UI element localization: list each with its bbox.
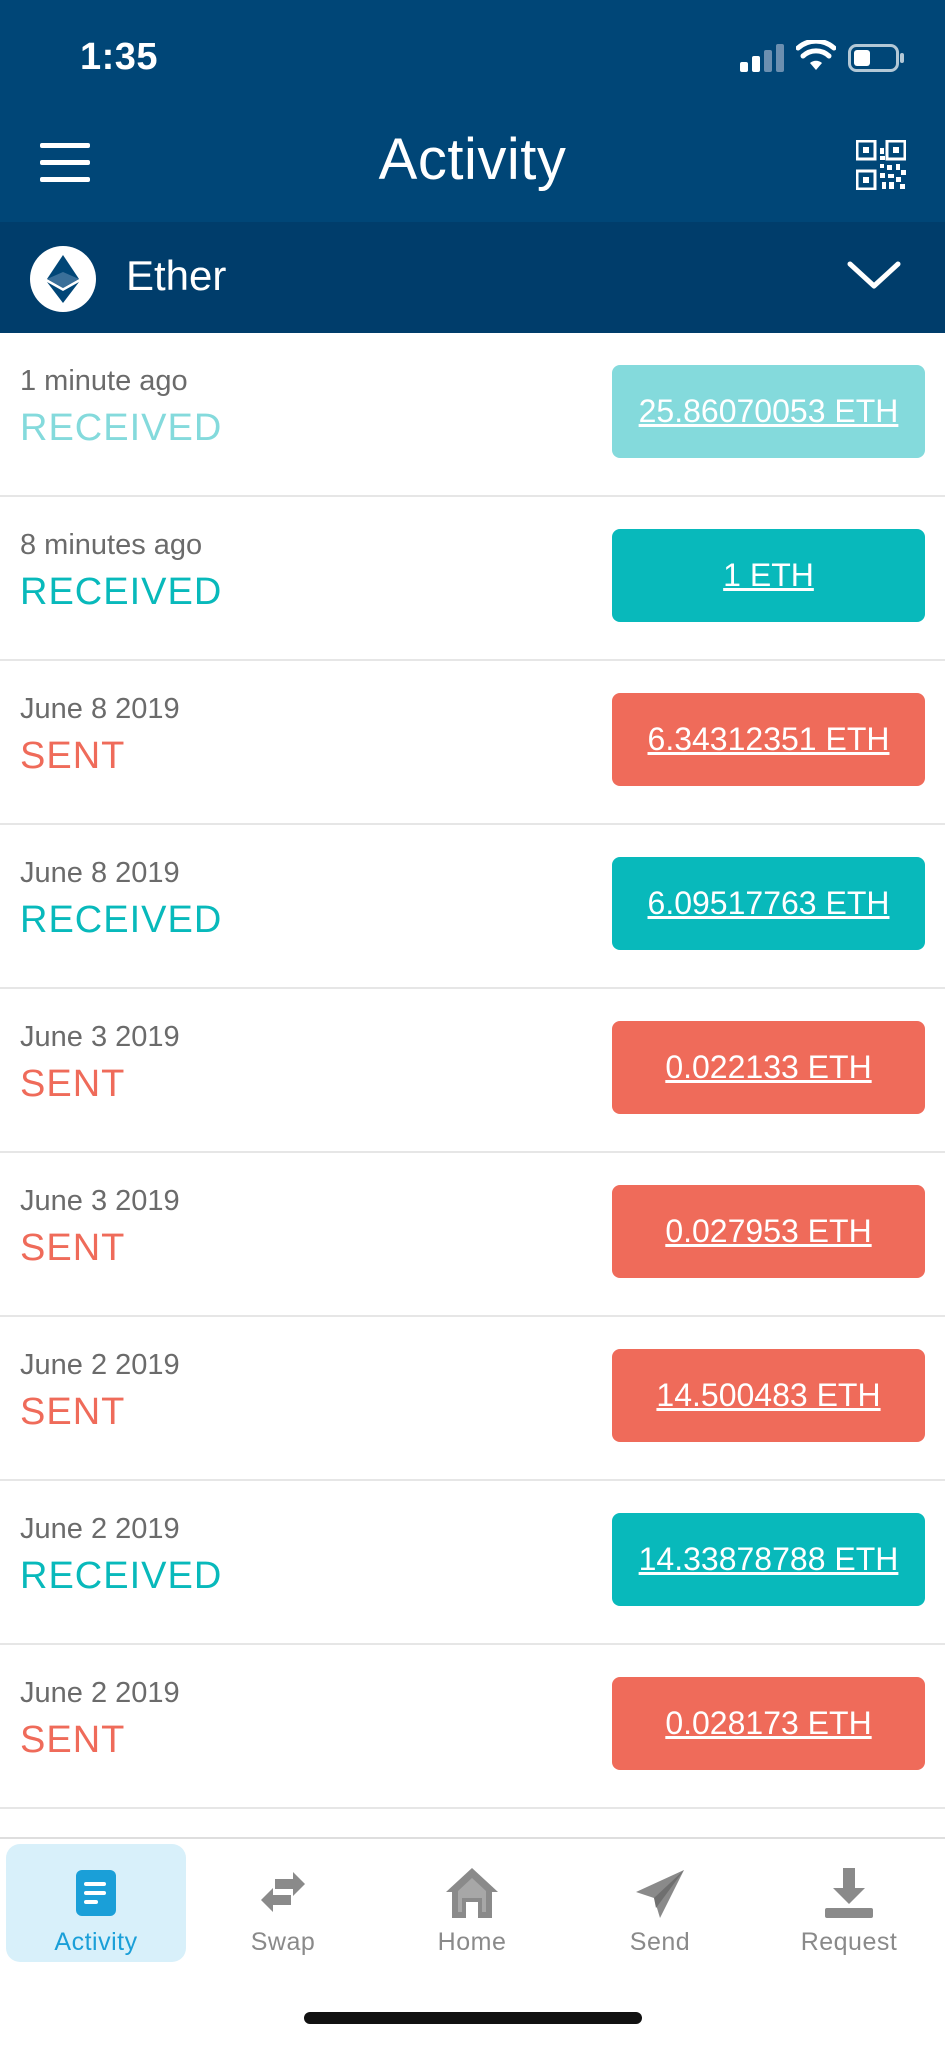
transaction-status: SENT (20, 1227, 126, 1269)
tab-label: Request (800, 1928, 898, 1956)
transaction-date: 8 minutes ago (20, 529, 203, 561)
transaction-row[interactable]: June 3 2019 SENT 0.022133 ETH (0, 989, 945, 1153)
qr-code-icon[interactable] (856, 140, 906, 190)
transaction-amount-button[interactable]: 14.33878788 ETH (612, 1513, 925, 1606)
transaction-date: June 2 2019 (20, 1677, 180, 1709)
transaction-row[interactable]: June 2 2019 RECEIVED 14.33878788 ETH (0, 1481, 945, 1645)
transaction-status: SENT (20, 1391, 126, 1433)
transaction-row[interactable]: 1 minute ago RECEIVED 25.86070053 ETH (0, 333, 945, 497)
transaction-amount-button[interactable]: 0.028173 ETH (612, 1677, 925, 1770)
transaction-row[interactable]: June 8 2019 RECEIVED 6.09517763 ETH (0, 825, 945, 989)
transaction-status: RECEIVED (20, 407, 223, 449)
send-icon (636, 1870, 684, 1918)
transaction-date: June 2 2019 (20, 1349, 180, 1381)
cellular-signal-icon (740, 44, 784, 72)
home-icon (446, 1868, 498, 1918)
transaction-status: RECEIVED (20, 571, 223, 613)
tab-label: Swap (250, 1928, 316, 1956)
home-indicator (304, 2012, 642, 2024)
transaction-amount-button[interactable]: 6.34312351 ETH (612, 693, 925, 786)
status-bar: 1:35 (0, 0, 945, 115)
transaction-date: June 3 2019 (20, 1185, 180, 1217)
transaction-amount-button[interactable]: 14.500483 ETH (612, 1349, 925, 1442)
transaction-row[interactable]: June 2 2019 SENT 14.500483 ETH (0, 1317, 945, 1481)
transaction-date: June 3 2019 (20, 1021, 180, 1053)
currency-name: Ether (126, 252, 227, 299)
transaction-row[interactable]: June 8 2019 SENT 6.34312351 ETH (0, 661, 945, 825)
transaction-status: RECEIVED (20, 899, 223, 941)
transaction-status: SENT (20, 1719, 126, 1761)
wifi-icon (796, 40, 836, 70)
page-title: Activity (378, 127, 567, 192)
transaction-row[interactable]: 8 minutes ago RECEIVED 1 ETH (0, 497, 945, 661)
tab-label: Activity (54, 1928, 138, 1956)
activity-icon (76, 1870, 116, 1916)
transaction-amount-button[interactable]: 0.022133 ETH (612, 1021, 925, 1114)
transaction-list: 1 minute ago RECEIVED 25.86070053 ETH 8 min… (0, 333, 945, 1809)
tab-label: Send (629, 1928, 691, 1956)
transaction-status: SENT (20, 735, 126, 777)
transaction-amount-button[interactable]: 6.09517763 ETH (612, 857, 925, 950)
transaction-amount-button[interactable]: 25.86070053 ETH (612, 365, 925, 458)
tab-activity[interactable]: Activity (6, 1844, 186, 1962)
tab-request[interactable]: Request (759, 1844, 939, 1962)
ethereum-logo-icon (30, 246, 96, 312)
transaction-amount-button[interactable]: 0.027953 ETH (612, 1185, 925, 1278)
tab-home[interactable]: Home (382, 1844, 562, 1962)
request-icon (825, 1868, 873, 1918)
tab-send[interactable]: Send (570, 1844, 750, 1962)
transaction-status: SENT (20, 1063, 126, 1105)
transaction-amount-button[interactable]: 1 ETH (612, 529, 925, 622)
battery-icon (848, 44, 904, 72)
tab-label: Home (437, 1928, 507, 1956)
transaction-status: RECEIVED (20, 1555, 223, 1597)
transaction-date: June 8 2019 (20, 857, 180, 889)
status-time: 1:35 (80, 36, 159, 78)
currency-selector[interactable]: Ether (0, 222, 945, 333)
transaction-date: June 8 2019 (20, 693, 180, 725)
chevron-down-icon (847, 261, 901, 289)
swap-icon (261, 1872, 305, 1912)
transaction-date: 1 minute ago (20, 365, 188, 397)
tab-swap[interactable]: Swap (193, 1844, 373, 1962)
transaction-date: June 2 2019 (20, 1513, 180, 1545)
transaction-row[interactable]: June 2 2019 SENT 0.028173 ETH (0, 1645, 945, 1809)
transaction-row[interactable]: June 3 2019 SENT 0.027953 ETH (0, 1153, 945, 1317)
app-header: 1:35 Activity (0, 0, 945, 222)
